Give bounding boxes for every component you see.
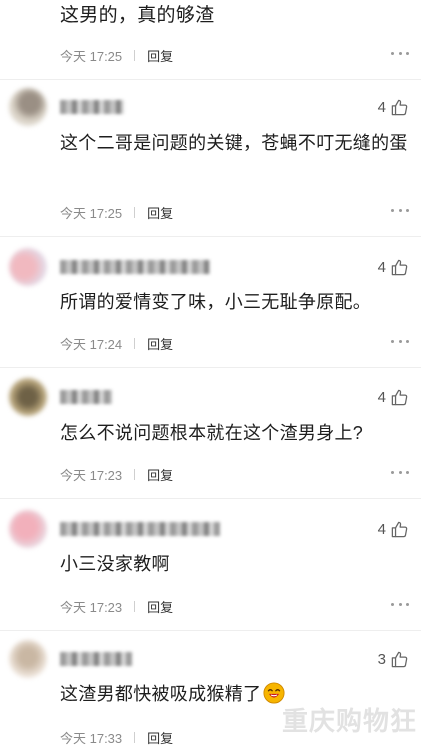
- more-options-icon[interactable]: [391, 209, 409, 213]
- like-button[interactable]: 4: [378, 98, 409, 117]
- comment-time: 今天 17:25: [60, 206, 123, 221]
- thumbs-up-icon: [391, 389, 408, 406]
- username[interactable]: [60, 260, 210, 274]
- comment-meta: 今天 17:33 回复: [60, 728, 173, 747]
- reply-button[interactable]: 回复: [147, 46, 173, 65]
- like-button[interactable]: 4: [378, 258, 409, 277]
- like-button[interactable]: 4: [378, 388, 409, 407]
- meta-divider: [134, 50, 136, 61]
- comment-meta: 今天 17:23 回复: [60, 597, 173, 616]
- divider: [0, 236, 421, 237]
- comment-time: 今天 17:25: [60, 49, 123, 64]
- comment-meta: 今天 17:23 回复: [60, 465, 173, 484]
- divider: [0, 630, 421, 631]
- watermark: 重庆购物狂: [281, 707, 417, 737]
- reply-button[interactable]: 回复: [147, 597, 173, 616]
- more-options-icon[interactable]: [391, 471, 409, 475]
- comment-meta: 今天 17:25 回复: [60, 203, 173, 222]
- comment-time: 今天 17:33: [60, 731, 123, 746]
- avatar[interactable]: [9, 248, 47, 286]
- like-count: 4: [377, 521, 386, 538]
- comment-text: 怎么不说问题根本就在这个渣男身上?: [60, 423, 364, 443]
- comment-time: 今天 17:23: [60, 468, 123, 483]
- divider: [0, 79, 421, 80]
- more-options-icon[interactable]: [391, 340, 409, 344]
- username[interactable]: [60, 522, 220, 536]
- comment-time: 今天 17:24: [60, 337, 123, 352]
- like-count: 4: [377, 99, 386, 116]
- avatar[interactable]: [9, 510, 47, 548]
- comment-text: 所谓的爱情变了味，小三无耻争原配。: [60, 292, 372, 312]
- thumbs-up-icon: [391, 651, 408, 668]
- avatar[interactable]: [9, 640, 47, 678]
- like-count: 3: [377, 651, 386, 668]
- comment-text: 小三没家教啊: [60, 554, 170, 574]
- meta-divider: [134, 601, 136, 612]
- avatar[interactable]: [9, 378, 47, 416]
- more-options-icon[interactable]: [391, 603, 409, 607]
- like-button[interactable]: 4: [378, 520, 409, 539]
- comment-time: 今天 17:23: [60, 600, 123, 615]
- reply-button[interactable]: 回复: [147, 203, 173, 222]
- like-count: 4: [377, 389, 386, 406]
- divider: [0, 498, 421, 499]
- thumbs-up-icon: [391, 521, 408, 538]
- comment-text: 这男的，真的够渣: [60, 5, 215, 26]
- thumbs-up-icon: [391, 259, 408, 276]
- like-count: 4: [377, 259, 386, 276]
- meta-divider: [134, 732, 136, 743]
- avatar[interactable]: [9, 88, 47, 126]
- more-options-icon[interactable]: [391, 52, 409, 56]
- like-button[interactable]: 3: [378, 650, 409, 669]
- meta-divider: [134, 338, 136, 349]
- thumbs-up-icon: [391, 99, 408, 116]
- comment-meta: 今天 17:25 回复: [60, 46, 173, 65]
- comment-meta: 今天 17:24 回复: [60, 334, 173, 353]
- username[interactable]: [60, 652, 132, 666]
- comment-text: 这个二哥是问题的关键，苍蝇不叮无缝的蛋: [60, 133, 408, 153]
- meta-divider: [134, 469, 136, 480]
- meta-divider: [134, 207, 136, 218]
- comment-text-body: 这渣男都快被吸成猴精了: [60, 684, 262, 704]
- username[interactable]: [60, 390, 112, 404]
- reply-button[interactable]: 回复: [147, 728, 173, 747]
- divider: [0, 367, 421, 368]
- reply-button[interactable]: 回复: [147, 465, 173, 484]
- reply-button[interactable]: 回复: [147, 334, 173, 353]
- username[interactable]: [60, 100, 124, 114]
